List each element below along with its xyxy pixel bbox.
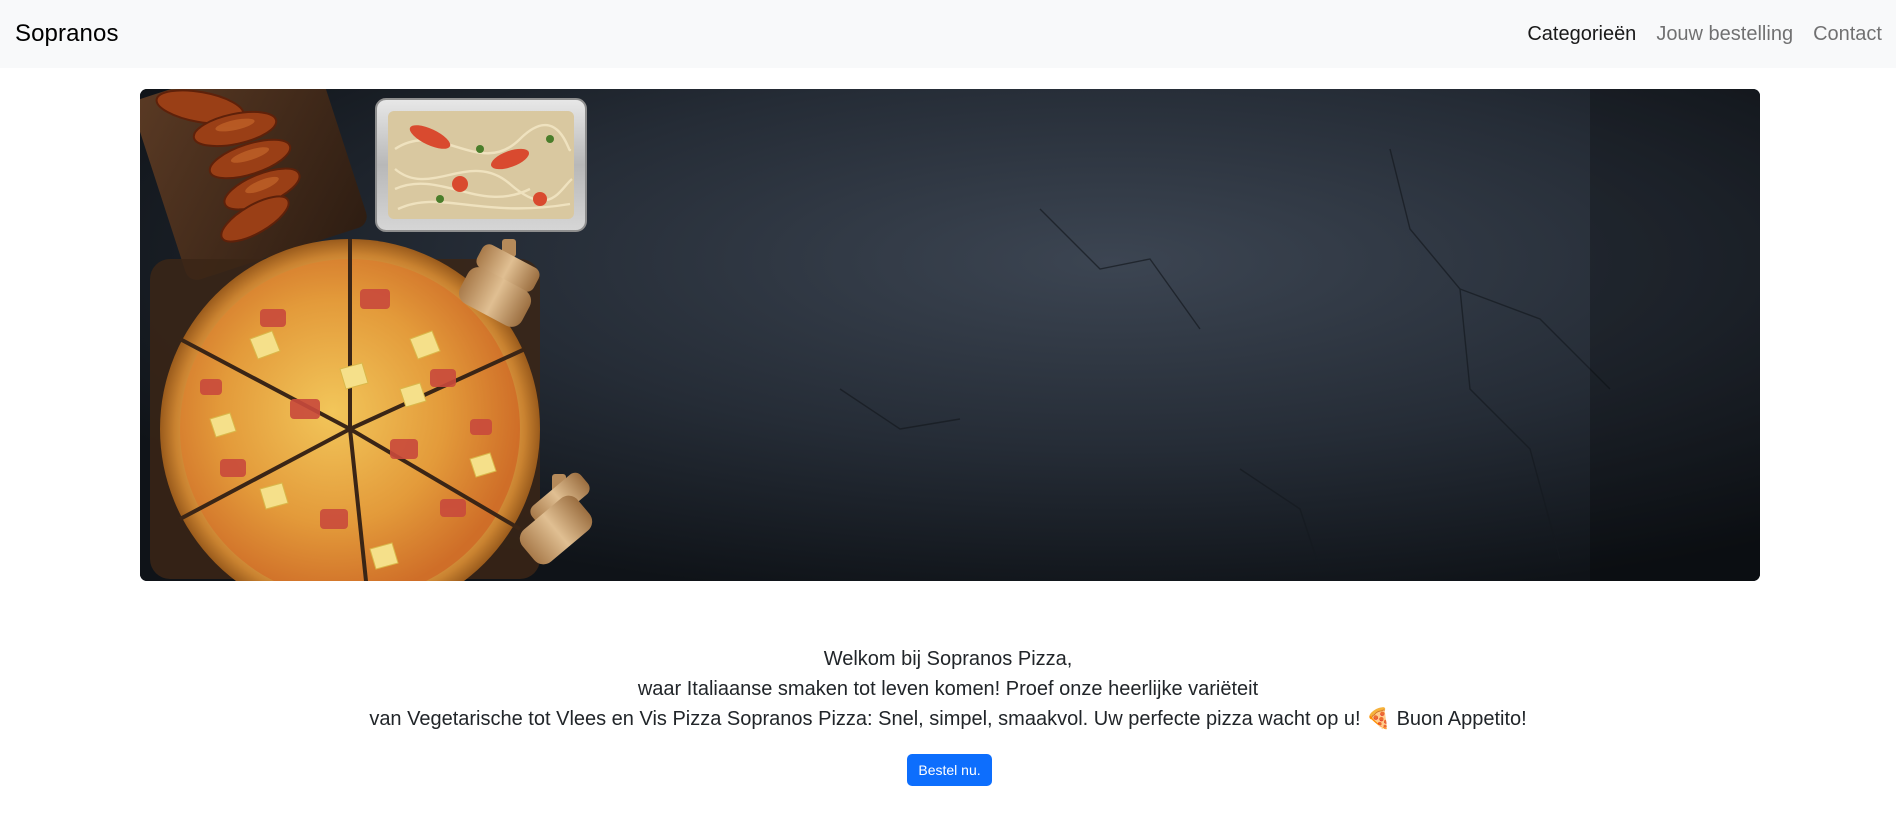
welcome-line-3: van Vegetarische tot Vlees en Vis Pizza …: [369, 708, 1527, 730]
nav-links: Categorieën Jouw bestelling Contact: [1527, 23, 1882, 46]
welcome-text: Welkom bij Sopranos Pizza, waar Italiaan…: [0, 644, 1896, 734]
nav-link-jouw-bestelling[interactable]: Jouw bestelling: [1656, 23, 1793, 46]
hero-banner-image: [140, 89, 1760, 581]
navbar: Sopranos Categorieën Jouw bestelling Con…: [0, 0, 1896, 68]
nav-link-categorieen[interactable]: Categorieën: [1527, 23, 1636, 46]
nav-link-contact[interactable]: Contact: [1813, 23, 1882, 46]
order-now-button[interactable]: Bestel nu.: [907, 754, 992, 786]
brand-link[interactable]: Sopranos: [15, 20, 119, 48]
welcome-line-1: Welkom bij Sopranos Pizza,: [823, 648, 1073, 670]
hero-food-illustration: [140, 89, 1760, 581]
welcome-line-2: waar Italiaanse smaken tot leven komen! …: [637, 678, 1259, 700]
